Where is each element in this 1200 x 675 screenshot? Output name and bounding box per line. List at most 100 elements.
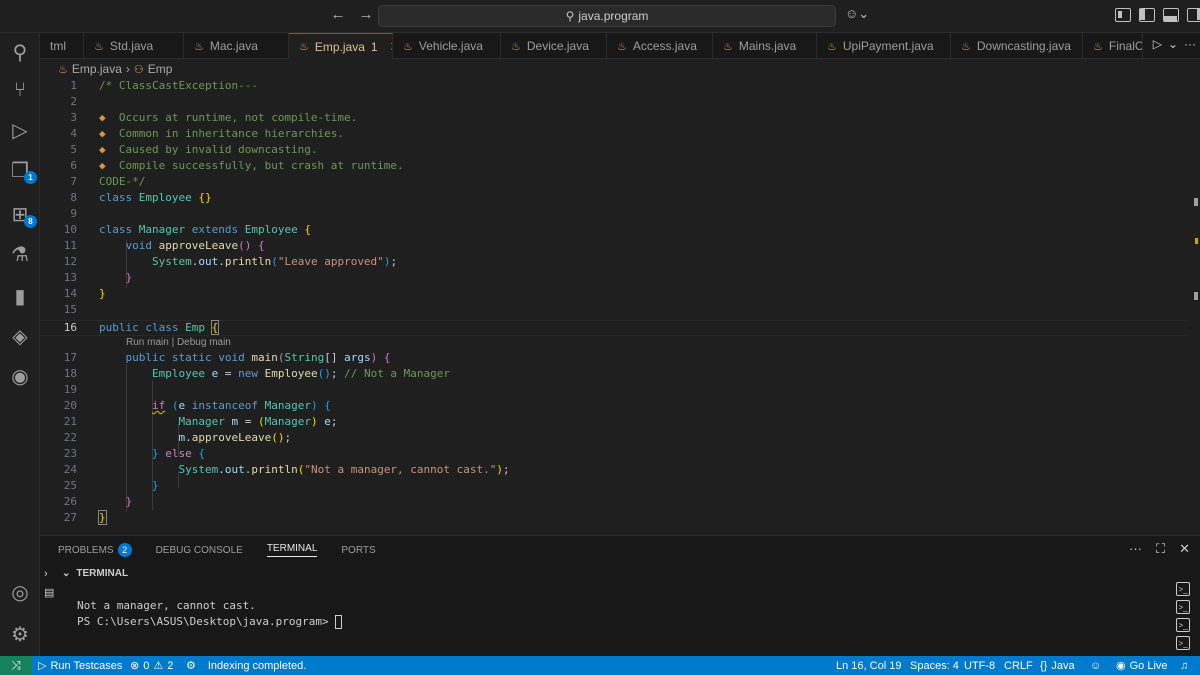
codelens-run-debug[interactable]: Run main | Debug main [126, 337, 231, 348]
terminal-list-icon[interactable]: ▤ [44, 586, 54, 599]
tab-mains-java[interactable]: ♨ Mains.java [713, 33, 817, 59]
tab-label: Emp.java [314, 39, 365, 54]
terminal-section-header[interactable]: ⌄ TERMINAL [40, 564, 1160, 582]
extensions-badge: 8 [24, 215, 37, 228]
code-line: 13 } [63, 271, 133, 284]
code-line: 14} [63, 287, 106, 300]
more-actions-icon[interactable]: ··· [1184, 37, 1196, 51]
tab-emp-java[interactable]: ♨Emp.java1✕ [289, 33, 393, 59]
tab-label: Vehicle.java [418, 39, 483, 53]
testing-icon[interactable]: ⚗ [0, 237, 40, 271]
run-debug-icon[interactable]: ▷ [0, 113, 40, 147]
editor-actions: ▷ ⌄ ··· [1148, 37, 1196, 51]
tab-debug-console[interactable]: Debug Console [156, 543, 243, 557]
run-dropdown-chevron-icon[interactable]: ⌄ [1168, 37, 1178, 51]
forward-arrow-icon[interactable]: → [358, 6, 374, 23]
eol-setting[interactable]: CRLF [1004, 656, 1033, 675]
error-icon: ⊗ [130, 660, 140, 672]
scrollbar-warning-marker [1195, 238, 1198, 244]
terminal-instance-icon[interactable]: >_ [1176, 600, 1190, 614]
code-line: 2 [70, 95, 77, 108]
search-icon: ⚲ [565, 9, 575, 23]
breadcrumb-separator-icon: › [125, 62, 130, 76]
account-icon[interactable]: ◎ [0, 575, 40, 609]
tab-std-java[interactable]: ♨ Std.java [84, 33, 184, 59]
editor-scrollbar[interactable] [1188, 78, 1200, 530]
indentation-setting[interactable]: Spaces: 4 [910, 656, 959, 675]
back-arrow-icon[interactable]: ← [330, 6, 346, 23]
settings-gear-icon[interactable]: ⚙ [0, 617, 40, 651]
java-file-icon: ♨ [403, 40, 413, 53]
breadcrumb-symbol[interactable]: Emp [148, 62, 173, 76]
terminal-output-line: Not a manager, cannot cast. [77, 599, 256, 612]
play-icon: ▷ [38, 660, 47, 672]
code-line: 4 ◆ Common in inheritance hierarchies. [70, 127, 345, 140]
tab-label: tml [50, 39, 66, 53]
tab-label: Access.java [632, 39, 697, 53]
indexing-status[interactable]: ⚙ Indexing completed. [186, 656, 306, 675]
python-icon[interactable]: ◈ [0, 319, 40, 353]
language-label: Java [1051, 659, 1075, 672]
toggle-secondary-sidebar-icon[interactable] [1187, 8, 1200, 22]
terminal-instance-icon[interactable]: >_ [1176, 582, 1190, 596]
close-panel-icon[interactable]: ✕ [1179, 541, 1190, 557]
source-control-icon[interactable]: ⑂ [0, 73, 40, 107]
java-file-icon: ♨ [58, 63, 68, 76]
terminal-instances: >_ >_ >_ >_ [1166, 582, 1200, 650]
go-live-button[interactable]: ◉ Go Live [1116, 656, 1168, 675]
encoding-setting[interactable]: UTF-8 [964, 656, 995, 675]
tab-finalc[interactable]: ♨ FinalC [1083, 33, 1143, 59]
explorer-search-icon[interactable]: ⚲ [0, 35, 40, 69]
maximize-panel-icon[interactable]: ⛶ [1156, 541, 1165, 557]
activity-bar: ⚲ ⑂ ▷ ❐ 1 ⊞ 8 ⚗ ▮ ◈ ◉ ◎ ⚙ [0, 33, 40, 656]
cursor-position[interactable]: Ln 16, Col 19 [836, 656, 901, 675]
tab-terminal[interactable]: Terminal [266, 543, 318, 557]
error-count: 0 [143, 659, 150, 672]
toggle-primary-sidebar-icon[interactable] [1139, 8, 1155, 22]
tab-label: Mains.java [738, 39, 797, 53]
copilot-icon[interactable]: ☺⌄ [845, 6, 869, 22]
terminal-instance-icon[interactable]: >_ [1176, 636, 1190, 650]
notifications-bell-icon[interactable]: ♫ [1180, 656, 1188, 675]
tab-downcasting-java[interactable]: ♨ Downcasting.java [951, 33, 1083, 59]
language-mode[interactable]: {} Java [1040, 656, 1075, 675]
tab-tml[interactable]: tml [40, 33, 84, 59]
code-line: 7 CODE-*/ [70, 175, 146, 188]
tab-upipayment-java[interactable]: ♨ UpiPayment.java [817, 33, 951, 59]
toggle-panel-icon[interactable] [1163, 8, 1179, 22]
explorer-icon[interactable]: ❐ 1 [0, 153, 40, 187]
tab-label: Terminal [266, 543, 318, 554]
code-line: 23 } else { [63, 447, 205, 460]
copilot-status-icon[interactable]: ☺ [1090, 656, 1101, 675]
terminal-header-label: TERMINAL [76, 567, 129, 579]
problems-status[interactable]: ⊗ 0 ⚠ 2 [130, 656, 173, 675]
run-icon[interactable]: ▷ [1153, 37, 1162, 51]
terminal-output[interactable]: Not a manager, cannot cast. PS C:\Users\A… [77, 598, 343, 630]
command-center-search[interactable]: ⚲ java.program [378, 5, 836, 27]
java-file-icon: ♨ [617, 40, 627, 53]
terminal-cursor [335, 615, 343, 629]
charts-icon[interactable]: ▮ [0, 279, 40, 313]
tab-vehicle-java[interactable]: ♨ Vehicle.java [393, 33, 501, 59]
terminal-prompt-line: PS C:\Users\ASUS\Desktop\java.program> [77, 614, 343, 630]
code-editor[interactable]: 1/* ClassCastException--- 2 3 ◆ Occurs at… [40, 78, 1188, 530]
tab-ports[interactable]: Ports [341, 543, 375, 557]
terminal-instance-icon[interactable]: >_ [1176, 618, 1190, 632]
java-file-icon: ♨ [827, 40, 837, 53]
run-testcases-button[interactable]: ▷ Run Testcases [38, 656, 122, 675]
remote-indicator-icon[interactable]: ⤨ [0, 656, 32, 675]
breadcrumb-file[interactable]: Emp.java [72, 62, 122, 76]
more-actions-icon[interactable]: ··· [1129, 541, 1142, 557]
customize-layout-icon[interactable] [1115, 8, 1131, 22]
tab-device-java[interactable]: ♨ Device.java [501, 33, 607, 59]
tab-mac-java[interactable]: ♨ Mac.java [184, 33, 289, 59]
code-line: 25 } [63, 479, 159, 492]
comment-text: Compile successfully, but crash at runti… [118, 159, 404, 172]
copilot-chat-icon[interactable]: ◉ [0, 359, 40, 393]
java-file-icon: ♨ [961, 40, 971, 53]
code-line-current: 16 public class Emp { [63, 320, 220, 335]
editor-tab-bar: tml ♨Std.java ♨Mac.java ♨Emp.java1✕ ♨ Veh… [40, 33, 1200, 59]
extensions-icon[interactable]: ⊞ 8 [0, 197, 40, 231]
tab-access-java[interactable]: ♨ Access.java [607, 33, 713, 59]
tab-problems[interactable]: Problems 2 [58, 543, 132, 557]
